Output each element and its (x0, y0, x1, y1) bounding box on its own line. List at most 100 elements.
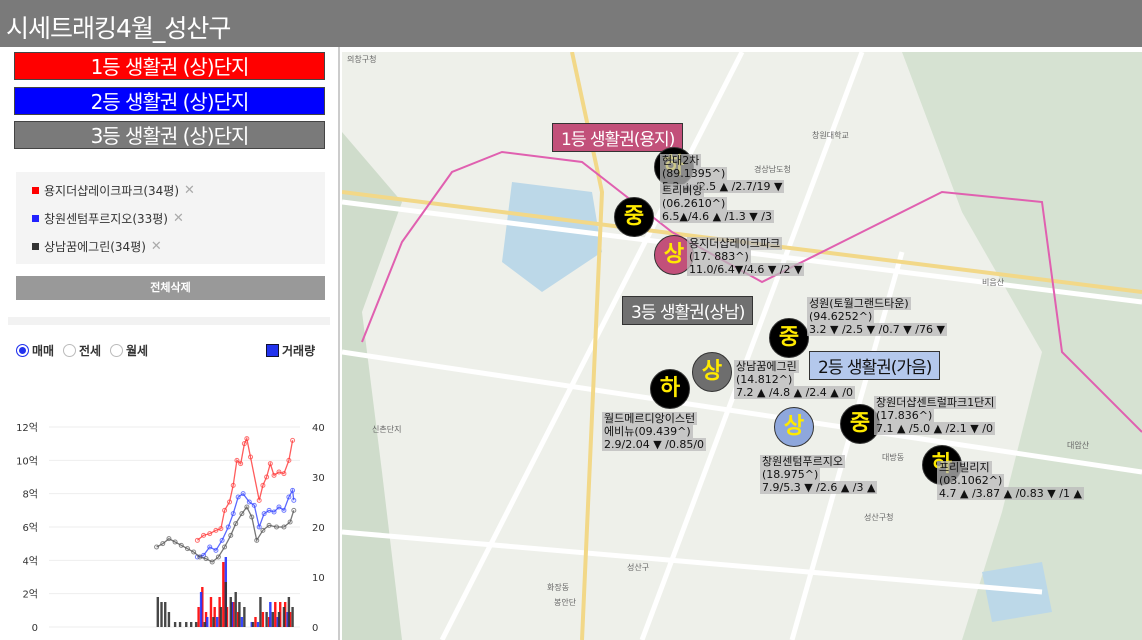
tier2-button[interactable]: 2등 생활권 (상)단지 (14, 87, 325, 115)
volume-bar (222, 562, 225, 627)
complex-stats: 3.2 ▼ /2.5 ▼ /0.7 ▼ /76 ▼ (807, 323, 947, 336)
y-tick-label: 6억 (22, 522, 38, 534)
volume-bar (277, 612, 281, 627)
complex-code: (06.2610^) (660, 197, 728, 210)
complex-stats: 2.9/2.04 ▼ /0.85/0 (602, 438, 707, 451)
y-tick-label: 10억 (16, 455, 38, 467)
remove-icon[interactable]: ✕ (173, 211, 184, 226)
grade-marker[interactable]: 상 (774, 407, 814, 447)
complex-name: 성원(토월그랜드타운) (807, 297, 911, 310)
complex-info: 트리비앙 (06.2610^) 6.5▲/4.6 ▲ /1.3 ▼ /3 (660, 184, 774, 223)
grade-marker[interactable]: 하 (650, 369, 690, 409)
complex-info: 성원(토월그랜드타운) (94.6252^) 3.2 ▼ /2.5 ▼ /0.7 ▼… (807, 297, 947, 336)
y2-tick-label: 40 (312, 423, 325, 434)
y-tick-label: 4억 (22, 555, 38, 567)
volume-bar (160, 602, 163, 627)
area-label-tier1: 1등 생활권(용지) (552, 123, 684, 152)
grade-marker[interactable]: 중 (769, 318, 809, 358)
place-label: 성산구 (627, 563, 650, 572)
volume-bar (274, 602, 277, 627)
complex-stats: 7.1 ▲ /5.0 ▲ /2.1 ▼ /0 (874, 422, 995, 435)
complex-name: 트리비앙 (660, 184, 705, 197)
volume-bar (194, 622, 198, 627)
series-line (196, 436, 294, 541)
radio-jeonse[interactable]: 전세 (63, 342, 101, 359)
grade-marker[interactable]: 중 (614, 197, 654, 237)
tier3-button[interactable]: 3등 생활권 (상)단지 (14, 121, 325, 149)
y-tick-label: 8억 (22, 489, 38, 501)
volume-label: 거래량 (282, 344, 316, 358)
complex-code: (17.836^) (874, 409, 935, 422)
place-label: 봉안단 (554, 598, 577, 607)
place-label: 창원대학교 (812, 131, 849, 140)
color-swatch (32, 215, 39, 222)
y2-tick-label: 30 (312, 473, 325, 484)
place-label: 의창구청 (347, 55, 377, 64)
radio-unchecked-icon (63, 344, 76, 357)
complex-info: 월드메르디앙이스턴 에비뉴(09.439^) 2.9/2.04 ▼ /0.85/0 (602, 412, 707, 451)
volume-bar (229, 597, 232, 627)
volume-bar (240, 617, 244, 627)
complex-name: 상남꿈에그린 (734, 360, 799, 373)
place-label: 화장동 (547, 583, 570, 592)
tier1-button[interactable]: 1등 생활권 (상)단지 (14, 52, 325, 80)
complex-code: (17. 883^) (687, 250, 751, 263)
place-label: 신촌단지 (372, 425, 402, 434)
complex-info: 프리빌리지 (03.1062^) 4.7 ▲ /3.87 ▲ /0.83 ▼ /1 … (937, 461, 1084, 500)
complex-info: 창원더샵센트럴파크1단지 (17.836^) 7.1 ▲ /5.0 ▲ /2.1 ▼… (874, 396, 997, 435)
left-panel: 1등 생활권 (상)단지 2등 생활권 (상)단지 3등 생활권 (상)단지 용… (0, 47, 340, 640)
volume-bar (269, 602, 272, 627)
volume-bar (189, 622, 193, 627)
volume-bar (212, 617, 215, 627)
complex-code: (18.975^) (760, 468, 821, 481)
volume-bar (256, 622, 260, 627)
complex-stats: 7.9/5.3 ▼ /2.6 ▲ /3 ▲ (760, 481, 878, 494)
volume-toggle[interactable]: 거래량 (266, 342, 315, 359)
volume-bar (178, 622, 182, 627)
remove-icon[interactable]: ✕ (184, 183, 195, 198)
complex-name: 창원센텀푸르지오 (760, 455, 845, 468)
y-tick-label: 0 (32, 623, 38, 632)
volume-bar (209, 597, 213, 627)
volume-bar (173, 622, 177, 627)
map[interactable]: 의창구청 경상남도청 성산구 신촌단지 화장동 봉안단 대방동 성산구청 창원대… (342, 52, 1142, 640)
radio-sale[interactable]: 매매 (16, 342, 54, 359)
list-item: 상남꿈에그린(34평) ✕ (32, 238, 162, 255)
complex-code: (89.1395^) (660, 167, 728, 180)
delete-all-button[interactable]: 전체삭제 (16, 276, 325, 300)
grade-marker[interactable]: 상 (692, 352, 732, 392)
complex-code: (03.1062^) (937, 474, 1005, 487)
price-chart: 02억4억6억8억10억12억0102030402006/12009/12012… (16, 422, 325, 632)
area-label-tier3: 3등 생활권(상남) (622, 296, 754, 325)
complex-name: 현대2차 (660, 154, 702, 167)
place-label: 성산구청 (864, 513, 894, 522)
complex-stats: 4.7 ▲ /3.87 ▲ /0.83 ▼ /1 ▲ (937, 487, 1084, 500)
volume-bar (287, 597, 291, 627)
complex-code: 에비뉴(09.439^) (602, 425, 693, 438)
list-item-label: 창원센텀푸르지오(33평) (44, 212, 168, 226)
checkbox-icon (266, 344, 279, 357)
remove-icon[interactable]: ✕ (151, 239, 162, 254)
color-swatch (32, 243, 39, 250)
divider (8, 317, 330, 325)
volume-bar (234, 592, 237, 627)
list-item: 창원센텀푸르지오(33평) ✕ (32, 210, 184, 227)
complex-code: (14.812^) (734, 373, 795, 386)
radio-monthly[interactable]: 월세 (110, 342, 148, 359)
list-item-label: 상남꿈에그린(34평) (44, 240, 146, 254)
y2-tick-label: 0 (312, 623, 318, 632)
complex-name: 월드메르디앙이스턴 (602, 412, 698, 425)
volume-bar (243, 607, 246, 627)
radio-label: 매매 (32, 344, 55, 358)
volume-bar (199, 592, 203, 627)
volume-bar (156, 597, 160, 627)
complex-code: (94.6252^) (807, 310, 875, 323)
complex-name: 용지더샵레이크파크 (687, 237, 783, 250)
complex-info: 상남꿈에그린 (14.812^) 7.2 ▲ /4.8 ▲ /2.4 ▲ /0 (734, 360, 855, 399)
list-item-label: 용지더샵레이크파크(34평) (44, 184, 180, 198)
place-label: 비음산 (982, 278, 1005, 287)
complex-stats: 6.5▲/4.6 ▲ /1.3 ▼ /3 (660, 210, 774, 223)
app-title: 시세트래킹4월_성산구 (0, 0, 1142, 47)
volume-bar (224, 582, 228, 627)
radio-unchecked-icon (110, 344, 123, 357)
